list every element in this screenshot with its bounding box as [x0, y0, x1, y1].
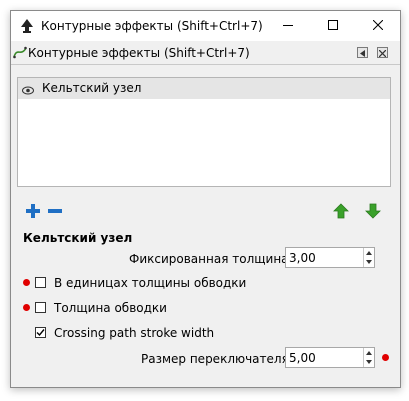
- minimize-button[interactable]: [265, 11, 310, 41]
- switcher-size-spinbox[interactable]: 5,00: [285, 347, 375, 368]
- marker-dot: [23, 304, 30, 311]
- close-button[interactable]: [355, 11, 400, 41]
- panel-close-button[interactable]: [377, 47, 388, 58]
- list-item[interactable]: Кельтский узел: [18, 78, 390, 99]
- panel-title: Контурные эффекты (Shift+Ctrl+7): [28, 46, 250, 60]
- crossing-stroke-label: Crossing path stroke width: [54, 326, 215, 340]
- dock-icon: [359, 46, 366, 60]
- fixed-width-value[interactable]: 3,00: [289, 251, 316, 265]
- marker-dot: [382, 354, 389, 361]
- switcher-size-stepper[interactable]: [363, 348, 374, 367]
- remove-icon[interactable]: [47, 203, 63, 219]
- move-down-icon[interactable]: [365, 203, 381, 219]
- move-up-icon[interactable]: [333, 203, 349, 219]
- stroke-units-label: В единицах толщины обводки: [54, 276, 247, 290]
- maximize-icon: [327, 19, 338, 33]
- close-icon: [372, 19, 383, 33]
- effect-label: Кельтский узел: [42, 81, 142, 95]
- eye-icon[interactable]: [22, 84, 34, 95]
- path-effect-icon: [13, 45, 27, 59]
- effect-settings-title: Кельтский узел: [23, 231, 133, 245]
- fixed-width-spinbox[interactable]: 3,00: [285, 247, 375, 268]
- add-icon[interactable]: [25, 203, 41, 219]
- inkscape-icon: [20, 19, 34, 33]
- crossing-stroke-checkbox[interactable]: [35, 327, 46, 338]
- panel-header: Контурные эффекты (Shift+Ctrl+7): [11, 42, 400, 65]
- stroke-width-label: Толщина обводки: [54, 301, 167, 315]
- minimize-icon: [282, 19, 293, 33]
- fixed-width-label: Фиксированная толщина:: [129, 252, 293, 266]
- path-effects-window: Контурные эффекты (Shift+Ctrl+7) Контурн…: [10, 10, 401, 388]
- maximize-button[interactable]: [310, 11, 355, 41]
- fixed-width-stepper[interactable]: [363, 248, 374, 267]
- stroke-units-checkbox[interactable]: [35, 277, 46, 288]
- title-bar[interactable]: Контурные эффекты (Shift+Ctrl+7): [11, 11, 400, 41]
- panel-close-icon: [378, 46, 387, 60]
- marker-dot: [23, 279, 30, 286]
- dock-button[interactable]: [357, 47, 368, 58]
- stroke-width-checkbox[interactable]: [35, 302, 46, 313]
- effects-list[interactable]: Кельтский узел: [17, 77, 391, 187]
- window-title: Контурные эффекты (Shift+Ctrl+7): [41, 19, 263, 33]
- switcher-size-value[interactable]: 5,00: [289, 351, 316, 365]
- switcher-size-label: Размер переключателя:: [141, 352, 293, 366]
